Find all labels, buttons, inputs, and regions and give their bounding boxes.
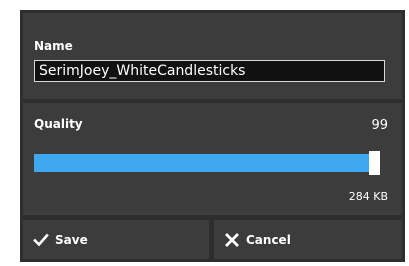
quality-slider-thumb[interactable] <box>369 151 380 175</box>
quality-slider-fill <box>34 154 377 172</box>
quality-slider[interactable] <box>34 151 380 175</box>
save-image-dialog: Name Quality 99 284 KB Save Cancel <box>20 10 405 262</box>
name-panel: Name <box>23 13 402 99</box>
checkmark-icon <box>33 232 49 248</box>
cancel-button[interactable]: Cancel <box>214 220 402 259</box>
quality-label: Quality <box>34 117 83 131</box>
save-button[interactable]: Save <box>23 220 209 259</box>
save-button-label: Save <box>55 232 88 247</box>
cancel-button-label: Cancel <box>246 232 291 247</box>
quality-value: 99 <box>371 118 388 133</box>
name-label: Name <box>34 39 73 53</box>
quality-panel: Quality 99 284 KB <box>23 103 402 215</box>
x-icon <box>224 232 240 248</box>
name-input[interactable] <box>34 60 385 82</box>
file-size-readout: 284 KB <box>348 190 388 203</box>
